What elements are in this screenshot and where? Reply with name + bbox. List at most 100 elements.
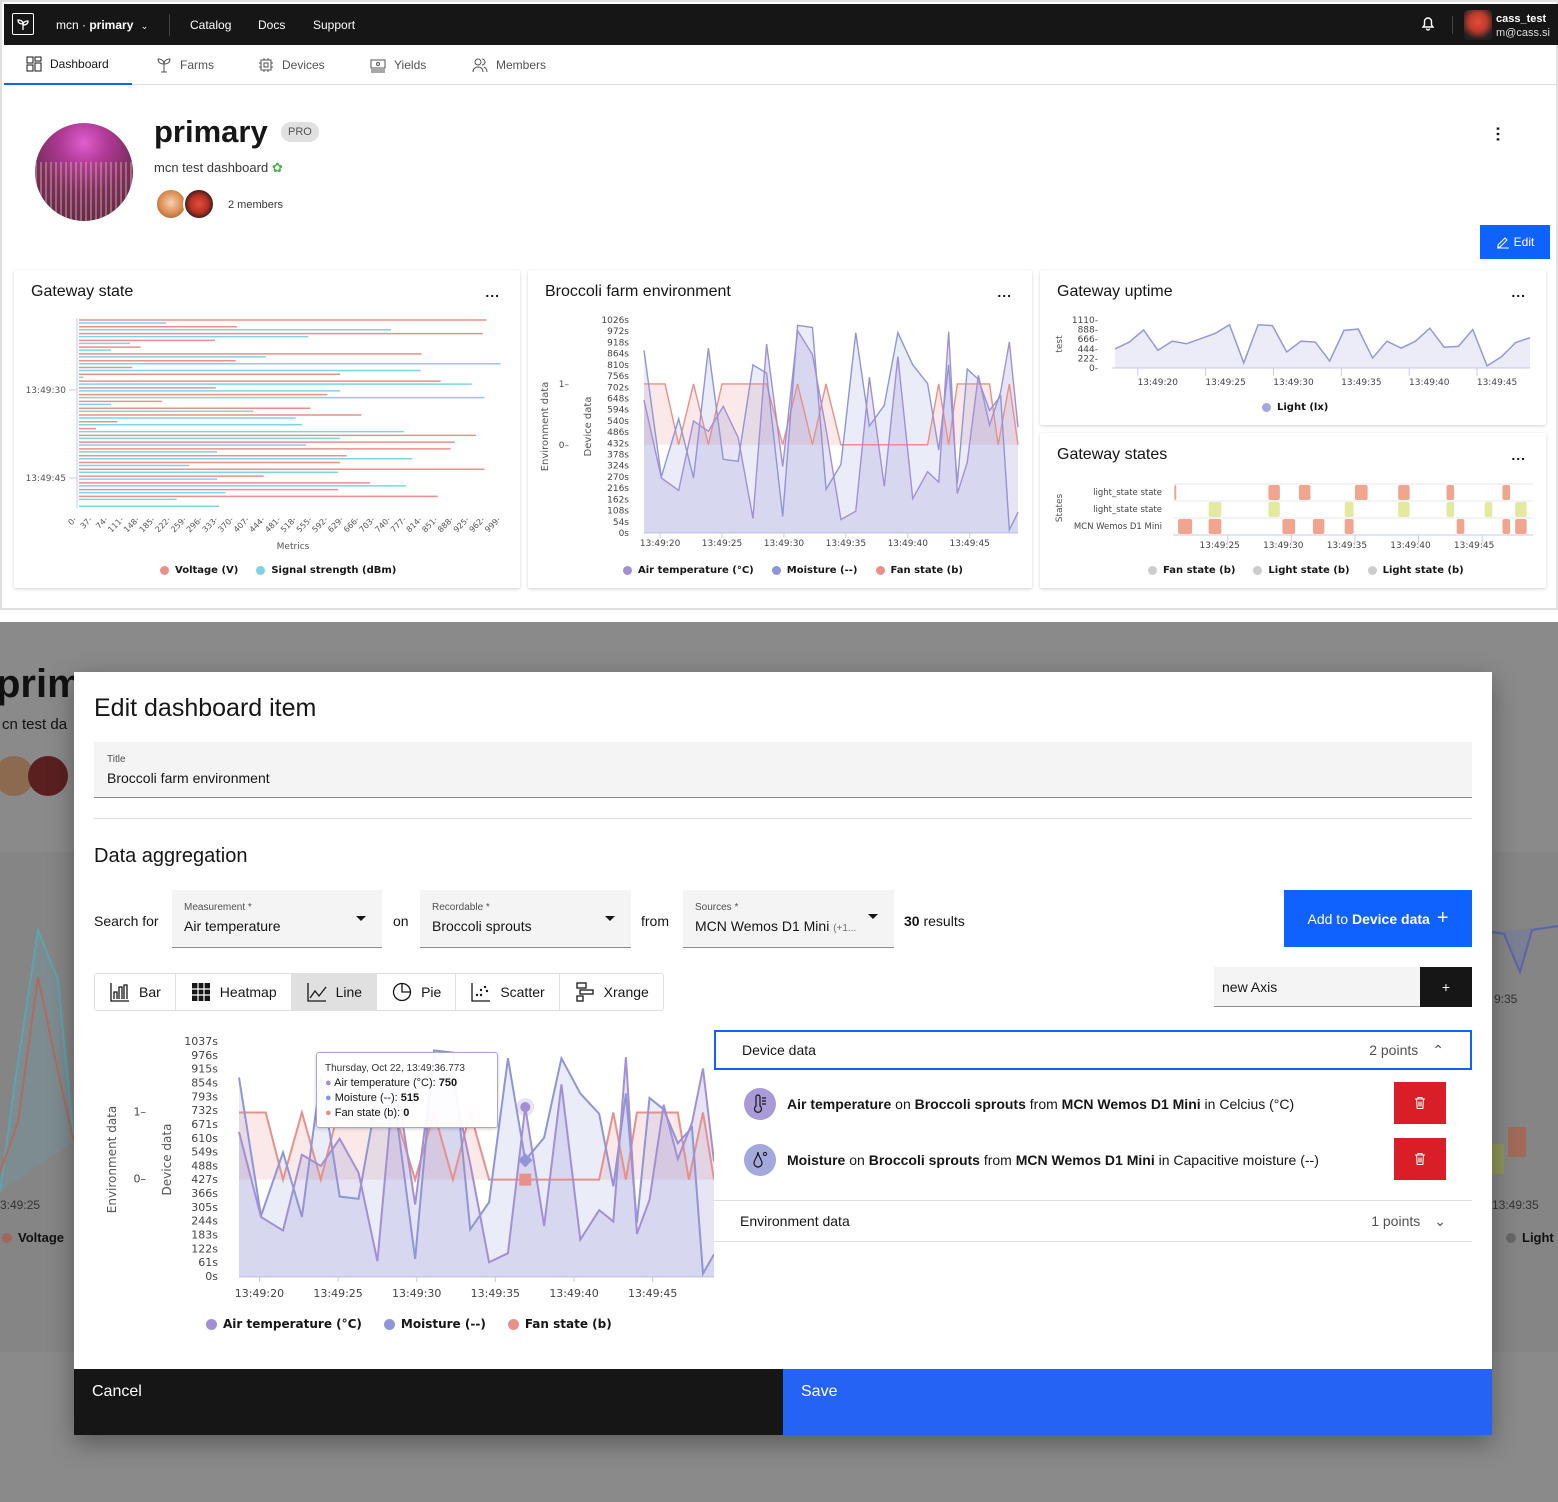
- delete-button[interactable]: [1394, 1138, 1446, 1180]
- y-tick-label: 732s: [191, 1104, 218, 1117]
- accordion-device-data[interactable]: Device data 2 points ⌃: [714, 1030, 1472, 1070]
- legend-dot: [875, 566, 885, 575]
- y-tick-label: 222-: [1078, 354, 1098, 364]
- cancel-button[interactable]: Cancel: [74, 1369, 783, 1435]
- chevron-up-icon: ⌃: [1432, 1041, 1444, 1058]
- sources-select[interactable]: Sources * MCN Wemos D1 Mini (+1...: [683, 890, 894, 948]
- subtitle-text: mcn test dashboard: [154, 160, 269, 175]
- chart-type-line[interactable]: Line: [291, 974, 378, 1010]
- tab-label: Yields: [394, 58, 427, 72]
- sprout-emoji-icon: ✿: [271, 160, 283, 175]
- y-tick-label: 432s: [607, 439, 629, 449]
- measurement-select[interactable]: Measurement * Air temperature: [172, 890, 382, 948]
- legend-item[interactable]: Light state (b): [1367, 565, 1464, 576]
- edit-dashboard-item-modal: Edit dashboard item Title Broccoli farm …: [74, 672, 1492, 1435]
- xrange-segment: [1268, 485, 1280, 500]
- y-tick-label: 378s: [607, 451, 629, 461]
- y-tick-label: 61s: [198, 1256, 218, 1269]
- save-button[interactable]: Save: [783, 1369, 1492, 1435]
- y-tick-label: 488s: [191, 1159, 218, 1172]
- broccoli-chart: 0s54s108s 162s216s270s324s378s 432s486s540…: [540, 316, 1019, 549]
- tab-devices[interactable]: Devices: [258, 45, 325, 85]
- delete-button[interactable]: [1394, 1082, 1446, 1124]
- legend-dot: [1367, 566, 1377, 575]
- accordion-environment-data[interactable]: Environment data 1 points ⌄: [714, 1200, 1472, 1242]
- title-field-value[interactable]: Broccoli farm environment: [107, 770, 270, 786]
- tab-members[interactable]: Members: [472, 45, 546, 85]
- y-tick-label: 1037s: [184, 1035, 218, 1048]
- legend-item[interactable]: Voltage (V): [160, 565, 238, 576]
- edit-button[interactable]: Edit: [1480, 225, 1550, 259]
- org-sep: ·: [78, 18, 90, 32]
- nav-support[interactable]: Support: [313, 18, 355, 32]
- org-switcher[interactable]: mcn · primary ⌄: [56, 18, 148, 32]
- env-tick-label: 1–: [134, 1106, 147, 1119]
- legend-item[interactable]: Air temperature (°C): [206, 1317, 362, 1331]
- hover-point-air: [520, 1102, 531, 1113]
- user-avatar[interactable]: [1464, 10, 1492, 40]
- y-tick-label: 610s: [191, 1132, 218, 1145]
- x-tick-label: 13:49:20: [1138, 378, 1179, 388]
- legend-item[interactable]: Fan state (b): [1148, 565, 1235, 576]
- data-point-row: Moisture on Broccoli sprouts from MCN We…: [744, 1140, 1452, 1180]
- y-tick-label: 915s: [191, 1063, 218, 1076]
- x-tick-label: 13:49:35: [826, 539, 866, 549]
- x-tick-label: 13:49:25: [702, 539, 742, 549]
- add-to-device-data-button[interactable]: Add to Device data +: [1284, 890, 1472, 947]
- x-tick-label: 666-: [342, 515, 361, 534]
- nav-docs[interactable]: Docs: [258, 18, 285, 32]
- legend-item[interactable]: Fan state (b): [507, 1317, 612, 1331]
- xrange-segment: [1446, 502, 1455, 517]
- app-logo-icon[interactable]: [12, 13, 34, 35]
- chart-type-scatter[interactable]: Scatter: [456, 974, 560, 1010]
- plan-badge: PRO: [281, 122, 319, 142]
- chart-type-pie[interactable]: Pie: [377, 974, 457, 1010]
- notification-bell-icon[interactable]: [1421, 15, 1435, 36]
- divider: [1452, 16, 1453, 34]
- y-tick-label: 793s: [191, 1090, 218, 1103]
- new-axis-input[interactable]: new Axis: [1214, 967, 1420, 1007]
- legend-item[interactable]: Light (lx): [1262, 402, 1328, 413]
- y-tick-label: 13:49:45: [26, 474, 66, 484]
- ghost-avatar: [28, 756, 68, 796]
- overflow-menu-icon[interactable]: ⋯: [1489, 126, 1506, 142]
- legend-item[interactable]: Light state (b): [1253, 565, 1350, 576]
- modal-title: Edit dashboard item: [94, 694, 317, 722]
- x-tick-label: 0-: [66, 515, 78, 527]
- legend-dot: [623, 566, 632, 575]
- pencil-icon: [1496, 237, 1509, 249]
- legend-dot: [160, 566, 169, 575]
- xrange-segment: [1344, 519, 1354, 534]
- legend-item[interactable]: Moisture (--): [771, 565, 858, 576]
- xrange-segment: [1354, 485, 1368, 500]
- legend-label: Voltage (V): [175, 565, 239, 576]
- select-label: Sources *: [695, 902, 739, 913]
- title-field-label: Title: [107, 754, 126, 765]
- y-tick-label: 486s: [607, 428, 629, 438]
- legend-item[interactable]: Moisture (--): [383, 1317, 486, 1331]
- tab-yields[interactable]: Yields: [370, 45, 426, 85]
- tab-label: Dashboard: [50, 57, 109, 71]
- plus-icon: +: [1436, 907, 1449, 929]
- y-tick-label: 756s: [607, 372, 629, 382]
- recordable-select[interactable]: Recordable * Broccoli sprouts: [420, 890, 631, 948]
- dashboard-page: mcn · primary ⌄ Catalog Docs Support cas…: [0, 0, 1558, 610]
- legend-dot: [1253, 566, 1263, 575]
- legend-item[interactable]: Signal strength (dBm): [256, 565, 396, 576]
- nav-catalog[interactable]: Catalog: [190, 18, 231, 32]
- legend-item[interactable]: Air temperature (°C): [623, 565, 754, 576]
- chart-type-heatmap[interactable]: Heatmap: [176, 974, 292, 1010]
- chart-type-bar[interactable]: Bar: [95, 974, 176, 1010]
- xrange-segment: [1344, 502, 1354, 517]
- tab-dashboard[interactable]: Dashboard: [4, 45, 132, 85]
- chevron-down-icon: ⌄: [140, 21, 149, 31]
- xrange-segment: [1208, 519, 1222, 534]
- x-tick-label: 518-: [279, 515, 298, 534]
- title-field[interactable]: Title Broccoli farm environment: [94, 742, 1472, 798]
- add-axis-button[interactable]: +: [1420, 967, 1472, 1007]
- xrange-segment: [1398, 502, 1410, 517]
- member-avatar[interactable]: [183, 188, 215, 220]
- legend-item[interactable]: Fan state (b): [875, 565, 963, 576]
- tab-farms[interactable]: Farms: [156, 45, 214, 85]
- chart-type-xrange[interactable]: Xrange: [560, 974, 663, 1010]
